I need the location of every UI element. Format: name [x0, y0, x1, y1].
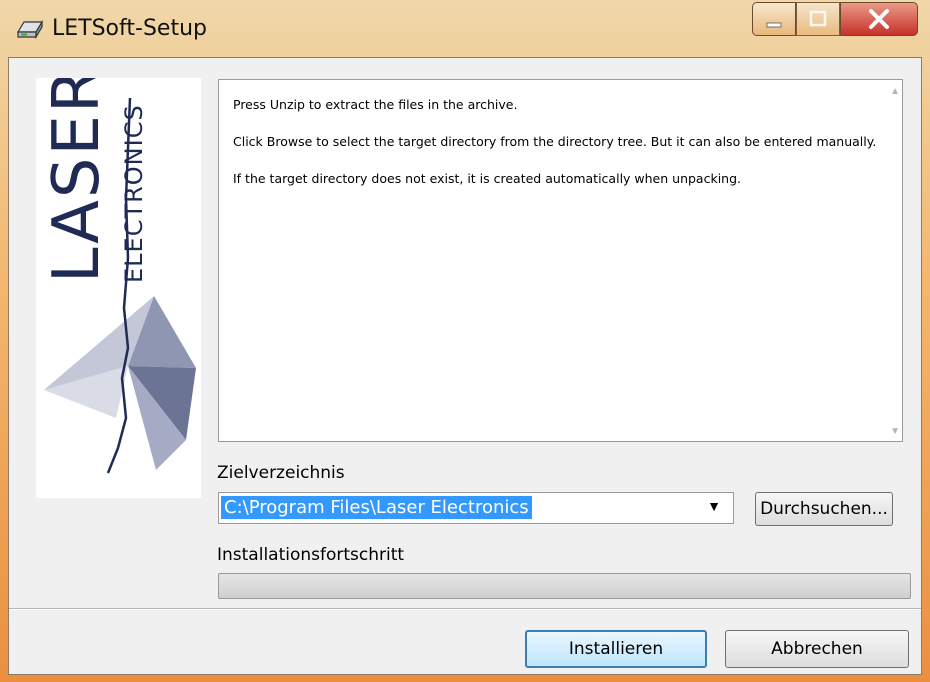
installer-window: LETSoft-Setup LASER ELECTRONICS Press Un… — [0, 0, 930, 682]
dialog-body: LASER ELECTRONICS Press Unzip to extract… — [8, 57, 922, 675]
logo-brand-text: LASER — [40, 78, 114, 283]
setup-drive-icon — [16, 19, 44, 40]
scroll-up-icon[interactable]: ▲ — [890, 86, 900, 97]
cancel-button[interactable]: Abbrechen — [725, 630, 909, 668]
maximize-button[interactable] — [796, 2, 840, 36]
target-directory-combobox[interactable]: C:\Program Files\Laser Electronics ▼ — [218, 492, 734, 524]
minimize-button[interactable] — [752, 2, 796, 36]
instructions-box[interactable]: Press Unzip to extract the files in the … — [218, 79, 903, 442]
logo-graphic: LASER ELECTRONICS — [40, 67, 196, 474]
laser-electronics-logo: LASER ELECTRONICS — [36, 67, 201, 498]
close-icon — [869, 9, 889, 29]
instruction-line: Press Unzip to extract the files in the … — [233, 97, 518, 112]
scroll-down-icon[interactable]: ▼ — [890, 426, 900, 437]
instruction-line: Click Browse to select the target direct… — [233, 134, 877, 149]
browse-button[interactable]: Durchsuchen... — [755, 492, 893, 526]
target-directory-label: Zielverzeichnis — [217, 463, 345, 483]
footer-divider — [9, 608, 921, 610]
dropdown-arrow-icon[interactable]: ▼ — [707, 498, 721, 514]
installation-progress-bar — [218, 573, 911, 599]
title-bar[interactable]: LETSoft-Setup — [0, 0, 930, 56]
progress-label: Installationsfortschritt — [217, 545, 405, 565]
maximize-icon — [809, 10, 827, 27]
minimize-icon — [766, 22, 782, 28]
target-directory-value[interactable]: C:\Program Files\Laser Electronics — [221, 496, 532, 519]
close-button[interactable] — [840, 2, 918, 36]
logo-sub-text: ELECTRONICS — [120, 104, 148, 283]
install-button[interactable]: Installieren — [525, 630, 707, 668]
window-title: LETSoft-Setup — [52, 16, 207, 41]
instruction-line: If the target directory does not exist, … — [233, 171, 741, 186]
